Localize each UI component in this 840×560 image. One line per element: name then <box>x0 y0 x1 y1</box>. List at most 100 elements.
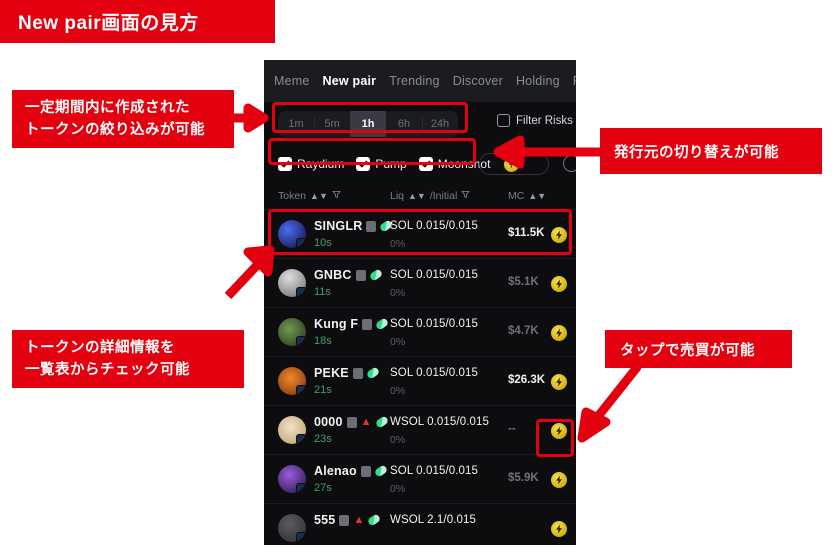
copy-icon[interactable] <box>339 514 350 526</box>
column-label-liq: Liq <box>390 190 405 202</box>
pill-icon <box>365 366 381 380</box>
highlight-timeframe <box>272 102 468 133</box>
callout-text: タップで売買が可能 <box>620 342 755 359</box>
column-header-mc[interactable]: MC ▲▼ <box>508 190 546 202</box>
column-header-token[interactable]: Token ▲▼ <box>278 190 341 202</box>
token-age: 23s <box>314 433 332 445</box>
token-name-line: Alenao <box>314 464 389 478</box>
pill-icon <box>367 513 382 527</box>
avatar <box>278 416 306 444</box>
token-liquidity-change: 0% <box>390 385 406 397</box>
tab-trending[interactable]: Trending <box>389 74 439 88</box>
checkbox-icon[interactable] <box>497 114 510 127</box>
copy-icon[interactable] <box>352 367 363 379</box>
copy-icon[interactable] <box>346 416 357 428</box>
tab-following[interactable]: Foll <box>573 74 576 88</box>
token-liquidity: SOL 0.015/0.015 <box>390 465 479 477</box>
pill-icon <box>374 415 389 429</box>
warning-icon: ▲ <box>353 513 365 526</box>
avatar <box>278 367 306 395</box>
token-list[interactable]: SINGLR 10s SOL 0.015/0.015 0% $11.5K GNBC 11s S… <box>264 210 576 545</box>
token-age: 21s <box>314 384 332 396</box>
token-name: GNBC <box>314 268 352 282</box>
token-name: 555 <box>314 513 336 527</box>
token-name-line: Kung F <box>314 317 390 331</box>
token-name-line: PEKE <box>314 366 381 380</box>
warning-icon: ▲ <box>360 415 372 428</box>
copy-icon[interactable] <box>360 465 371 477</box>
token-age: 27s <box>314 482 332 494</box>
token-liquidity-change: 0% <box>390 483 406 495</box>
chain-badge-icon <box>296 336 306 346</box>
token-liquidity-change: 0% <box>390 287 406 299</box>
quick-buy-button[interactable] <box>551 325 567 341</box>
sort-icon[interactable]: ▲▼ <box>528 191 546 201</box>
column-header-liq[interactable]: Liq ▲▼ /Initial <box>390 190 470 202</box>
token-name-line: 0000 ▲ <box>314 415 389 429</box>
token-liquidity: WSOL 2.1/0.015 <box>390 514 476 526</box>
chain-badge-icon <box>296 287 306 297</box>
token-name: PEKE <box>314 366 349 380</box>
arrow-up-right <box>224 245 275 300</box>
token-name: 0000 <box>314 415 343 429</box>
arrow-left <box>493 135 606 169</box>
table-row[interactable]: Alenao 27s SOL 0.015/0.015 0% $5.9K <box>264 455 576 504</box>
token-liquidity: SOL 0.015/0.015 <box>390 269 479 281</box>
table-row[interactable]: 0000 ▲ 23s WSOL 0.015/0.015 0% -- <box>264 406 576 455</box>
callout-line-2: トークンの絞り込みが可能 <box>25 122 205 138</box>
pill-icon <box>368 268 383 282</box>
sort-icon[interactable]: ▲▼ <box>310 191 328 201</box>
copy-icon[interactable] <box>355 269 366 281</box>
quick-buy-button[interactable] <box>551 374 567 390</box>
sort-icon[interactable]: ▲▼ <box>408 191 426 201</box>
token-market-cap: $4.7K <box>508 325 539 337</box>
highlight-buy-button <box>536 419 574 457</box>
token-liquidity-change: 0% <box>390 336 406 348</box>
table-row[interactable]: Kung F 18s SOL 0.015/0.015 0% $4.7K <box>264 308 576 357</box>
quick-buy-button[interactable] <box>551 276 567 292</box>
column-label-token: Token <box>278 190 307 202</box>
token-liquidity: SOL 0.015/0.015 <box>390 318 479 330</box>
token-liquidity: WSOL 0.015/0.015 <box>390 416 489 428</box>
filter-icon[interactable] <box>332 190 341 202</box>
token-market-cap: $5.1K <box>508 276 539 288</box>
callout-line-1: 一定期間内に作成された <box>25 99 190 116</box>
screenshot-root: Meme New pair Trending Discover Holding … <box>0 0 840 560</box>
avatar <box>278 465 306 493</box>
quick-buy-button[interactable] <box>551 521 567 537</box>
highlight-sources <box>268 138 476 165</box>
token-market-cap: $26.3K <box>508 374 546 386</box>
chain-badge-icon <box>296 532 306 542</box>
token-age: 18s <box>314 335 332 347</box>
copy-icon[interactable] <box>362 318 373 330</box>
chain-badge-icon <box>296 434 306 444</box>
token-age: 11s <box>314 286 331 298</box>
column-label-liq-suffix: /Initial <box>429 190 458 202</box>
filter-risks-toggle[interactable]: Filter Risks <box>497 114 573 127</box>
table-row[interactable]: PEKE 21s SOL 0.015/0.015 0% $26.3K <box>264 357 576 406</box>
quick-buy-button[interactable] <box>551 472 567 488</box>
token-market-cap: $5.9K <box>508 472 539 484</box>
token-name-line: GNBC <box>314 268 383 282</box>
avatar <box>278 318 306 346</box>
tab-discover[interactable]: Discover <box>453 74 503 88</box>
token-liquidity-change: 0% <box>390 434 406 446</box>
tab-meme[interactable]: Meme <box>274 74 310 88</box>
nav-tabs: Meme New pair Trending Discover Holding … <box>264 60 576 102</box>
pill-icon <box>373 464 389 478</box>
table-row[interactable]: 555 ▲ WSOL 2.1/0.015 <box>264 504 576 545</box>
chain-badge-icon <box>296 385 306 395</box>
table-header: Token ▲▼ Liq ▲▼ /Initial MC ▲▼ <box>264 182 576 210</box>
tab-new-pair[interactable]: New pair <box>323 74 377 88</box>
callout-line-1: トークンの詳細情報を <box>25 339 175 356</box>
highlight-first-row <box>268 209 572 255</box>
callout-token-details: トークンの詳細情報を 一覧表からチェック可能 <box>12 330 244 388</box>
column-label-mc: MC <box>508 190 525 202</box>
filter-icon[interactable] <box>461 190 470 202</box>
callout-tap-to-trade: タップで売買が可能 <box>605 330 792 368</box>
callout-text: 発行元の切り替えが可能 <box>614 144 779 161</box>
table-row[interactable]: GNBC 11s SOL 0.015/0.015 0% $5.1K <box>264 259 576 308</box>
page-title: New pair画面の見方 <box>0 0 275 43</box>
token-name-line: 555 ▲ <box>314 513 382 527</box>
tab-holding[interactable]: Holding <box>516 74 560 88</box>
